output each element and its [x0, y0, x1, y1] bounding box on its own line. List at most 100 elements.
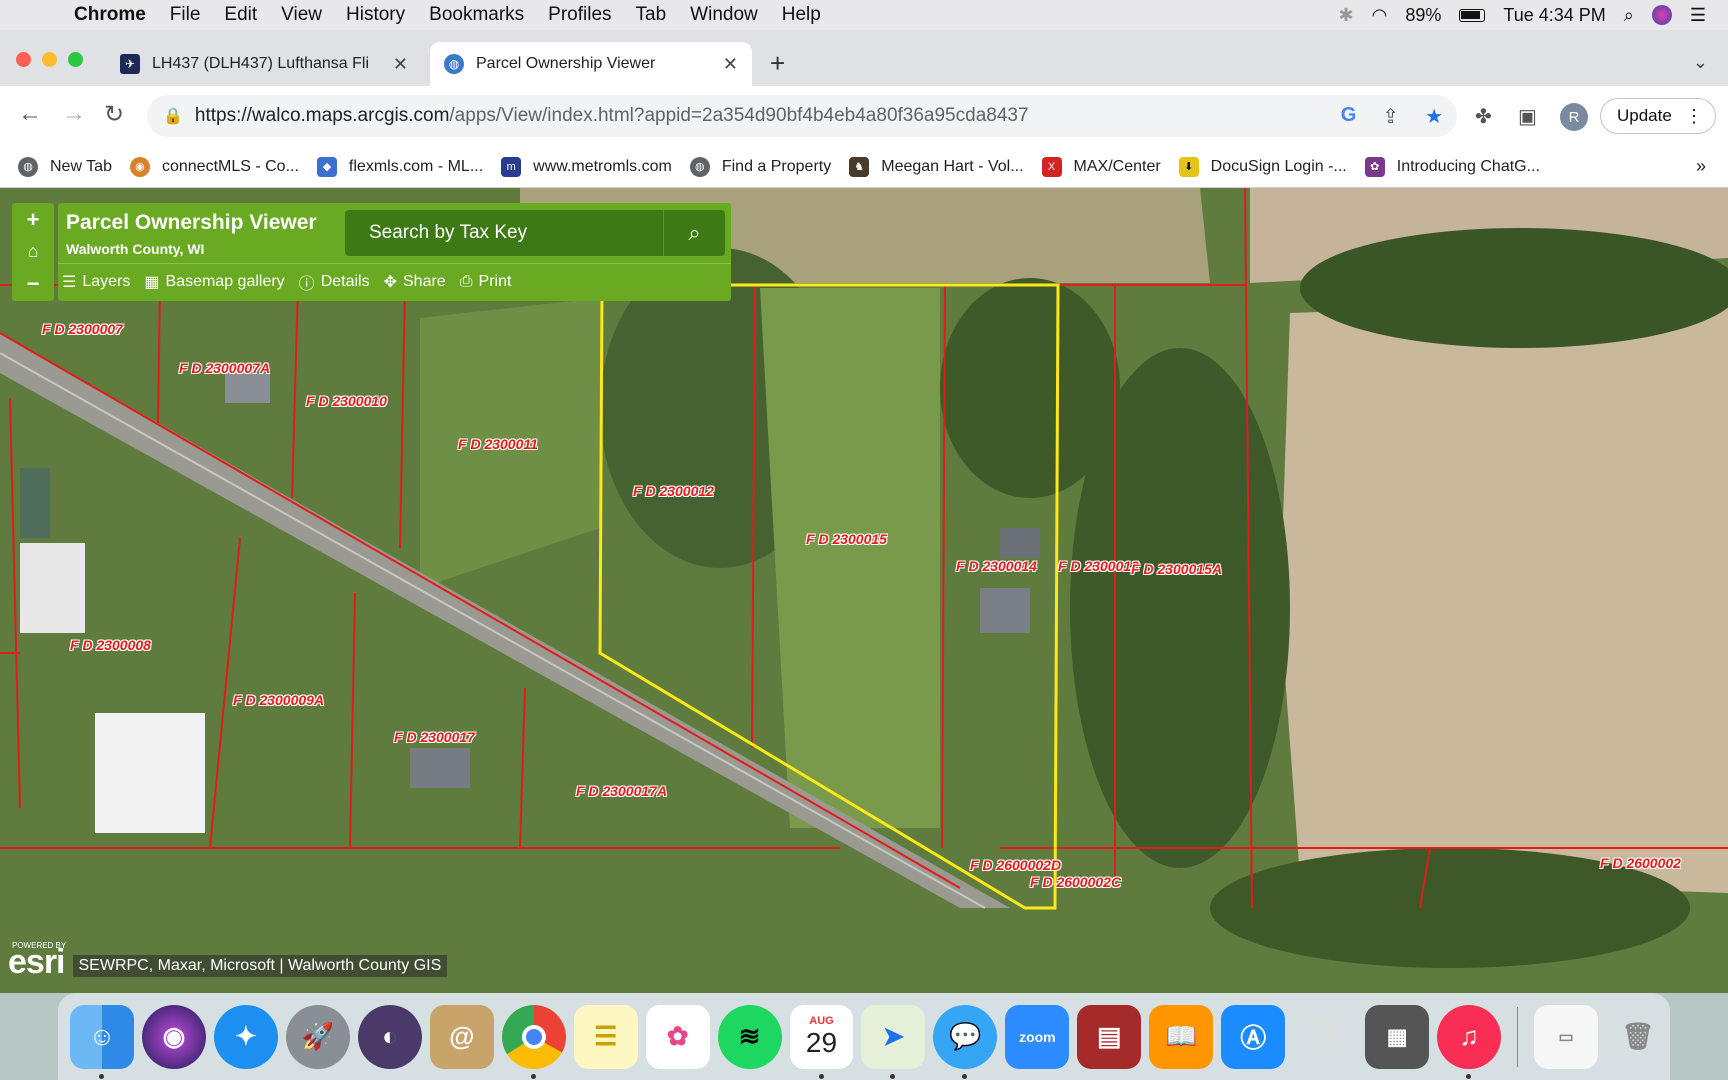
- contacts-icon[interactable]: @: [429, 1004, 494, 1069]
- share-icon[interactable]: ⇪: [1382, 104, 1399, 129]
- bookmark-metromls[interactable]: m www.metromls.com: [501, 156, 672, 177]
- reload-button[interactable]: ↻: [104, 100, 124, 129]
- chrome-icon[interactable]: [501, 1004, 566, 1079]
- menu-profiles[interactable]: Profiles: [548, 4, 611, 26]
- google-lens-icon[interactable]: G: [1341, 104, 1357, 129]
- layers-icon: ☰: [62, 274, 77, 291]
- globe-icon: ◍: [689, 156, 710, 177]
- side-panel-icon[interactable]: ▣: [1518, 104, 1537, 129]
- calculator-icon[interactable]: ▦: [1365, 1004, 1430, 1069]
- menu-history[interactable]: History: [346, 4, 405, 26]
- tab-search-chevron-icon[interactable]: ⌄: [1693, 52, 1708, 73]
- parcel-label: F D 2300007A: [179, 360, 271, 376]
- app-header-panel: Parcel Ownership Viewer Walworth County,…: [58, 203, 731, 301]
- share-button[interactable]: ✥ Share: [384, 270, 446, 294]
- bookmarks-bar: ◍ New Tab ◉ connectMLS - Co... ◆ flexmls.co…: [0, 146, 1728, 188]
- bookmark-flexmls[interactable]: ◆ flexmls.com - ML...: [316, 156, 483, 177]
- calendar-icon[interactable]: AUG 29: [789, 1004, 854, 1079]
- printer-icon: ⎙: [459, 273, 473, 290]
- new-tab-button[interactable]: +: [770, 48, 785, 79]
- photo-booth-icon[interactable]: ◐: [357, 1004, 422, 1069]
- search-icon[interactable]: ⌕: [663, 210, 725, 256]
- update-button[interactable]: Update ⋮: [1600, 98, 1716, 134]
- tax-key-search[interactable]: Search by Tax Key ⌕: [345, 210, 725, 256]
- spotlight-search-icon[interactable]: ⌕: [1624, 5, 1634, 26]
- menu-edit[interactable]: Edit: [224, 4, 257, 26]
- help-icon[interactable]: ?: [1293, 1005, 1357, 1069]
- app-store-icon[interactable]: Ⓐ: [1221, 1004, 1286, 1069]
- spotify-icon[interactable]: ≋: [717, 1004, 782, 1069]
- home-icon[interactable]: ⌂: [28, 241, 39, 262]
- zoom-icon[interactable]: zoom: [1005, 1004, 1070, 1069]
- tab-parcel-viewer[interactable]: ◍ Parcel Ownership Viewer ✕: [430, 42, 752, 86]
- clock[interactable]: Tue 4:34 PM: [1503, 5, 1605, 26]
- finder-icon[interactable]: ☺: [70, 1004, 134, 1079]
- notes-icon[interactable]: ☰: [573, 1004, 638, 1069]
- basemap-gallery-button[interactable]: ▦ Basemap gallery: [144, 270, 284, 294]
- photo-booth-strip-icon[interactable]: ▤: [1077, 1004, 1142, 1069]
- bookmark-find-property[interactable]: ◍ Find a Property: [689, 156, 831, 177]
- close-window-button[interactable]: [16, 52, 31, 67]
- menu-tab[interactable]: Tab: [636, 4, 667, 26]
- search-input[interactable]: Search by Tax Key: [369, 222, 527, 244]
- maps-icon[interactable]: ➤: [861, 1004, 926, 1079]
- bookmark-label: Meegan Hart - Vol...: [881, 157, 1024, 175]
- menu-help[interactable]: Help: [782, 4, 821, 26]
- menu-view[interactable]: View: [281, 4, 322, 26]
- zoom-window-button[interactable]: [68, 52, 83, 67]
- messages-icon[interactable]: 💬: [933, 1004, 998, 1079]
- bookmark-docusign[interactable]: ⬇ DocuSign Login -...: [1178, 156, 1347, 177]
- menu-bookmarks[interactable]: Bookmarks: [429, 4, 524, 26]
- menu-window[interactable]: Window: [690, 4, 758, 26]
- more-menu-icon[interactable]: ⋮: [1685, 106, 1703, 127]
- panel-divider: [58, 263, 731, 264]
- battery-percent[interactable]: 89%: [1405, 5, 1441, 26]
- close-tab-icon[interactable]: ✕: [723, 54, 738, 75]
- wifi-icon[interactable]: ◠: [1372, 5, 1388, 26]
- parcel-label: F D 2300013: [1058, 558, 1139, 574]
- control-center-icon[interactable]: ☰: [1690, 5, 1706, 26]
- forward-button[interactable]: →: [62, 100, 86, 128]
- back-button[interactable]: ←: [18, 100, 42, 128]
- books-icon[interactable]: 📖: [1149, 1004, 1214, 1069]
- music-icon[interactable]: ♫: [1437, 1004, 1502, 1079]
- details-button[interactable]: ⓘ Details: [299, 270, 370, 294]
- bookmark-meegan-hart[interactable]: ♞ Meegan Hart - Vol...: [849, 156, 1024, 177]
- siri-icon[interactable]: [1651, 5, 1672, 25]
- layers-button[interactable]: ☰ Layers: [62, 270, 130, 294]
- parcel-label: F D 2300008: [70, 637, 151, 653]
- safari-icon[interactable]: ✦: [213, 1004, 278, 1069]
- bookmark-max-center[interactable]: X MAX/Center: [1041, 156, 1161, 177]
- menu-app-chrome[interactable]: Chrome: [74, 4, 146, 26]
- print-button[interactable]: ⎙ Print: [460, 270, 512, 294]
- address-bar[interactable]: 🔒 https://walco.maps.arcgis.com/apps/Vie…: [147, 95, 1457, 137]
- bookmark-label: www.metromls.com: [533, 157, 672, 175]
- bluetooth-icon[interactable]: ✱: [1339, 5, 1354, 26]
- menu-file[interactable]: File: [170, 4, 201, 26]
- esri-logo[interactable]: esri: [8, 945, 65, 979]
- url-host: https://walco.maps.arcgis.com: [194, 105, 450, 126]
- share-icon: ✥: [383, 274, 397, 291]
- bookmark-new-tab[interactable]: ◍ New Tab: [18, 156, 112, 177]
- launchpad-icon[interactable]: 🚀: [285, 1004, 350, 1069]
- battery-icon[interactable]: [1459, 8, 1486, 22]
- parcel-label: F D 2300009A: [233, 692, 325, 708]
- zoom-in-icon[interactable]: +: [27, 207, 40, 233]
- photos-icon[interactable]: ✿: [645, 1004, 710, 1069]
- bookmark-chatgpt[interactable]: ✿ Introducing ChatG...: [1364, 156, 1540, 177]
- recent-document-icon[interactable]: ▭: [1534, 1004, 1599, 1069]
- bookmark-star-icon[interactable]: ★: [1425, 104, 1443, 129]
- profile-avatar[interactable]: R: [1560, 103, 1588, 131]
- minimize-window-button[interactable]: [42, 52, 57, 67]
- extensions-puzzle-icon[interactable]: ✤: [1475, 104, 1492, 129]
- lock-icon[interactable]: 🔒: [163, 106, 183, 126]
- update-label: Update: [1617, 106, 1672, 125]
- zoom-out-icon[interactable]: −: [27, 271, 40, 297]
- siri-icon[interactable]: ◉: [141, 1004, 206, 1069]
- bookmark-connectmls[interactable]: ◉ connectMLS - Co...: [129, 156, 299, 177]
- close-tab-icon[interactable]: ✕: [393, 54, 408, 75]
- tab-lufthansa[interactable]: ✈ LH437 (DLH437) Lufthansa Fli ✕: [106, 42, 422, 86]
- bookmarks-overflow-icon[interactable]: »: [1696, 156, 1706, 177]
- trash-icon[interactable]: 🗑: [1606, 1005, 1670, 1069]
- map-view[interactable]: F D 2300007 F D 2300007A F D 2300010 F D…: [0, 188, 1728, 993]
